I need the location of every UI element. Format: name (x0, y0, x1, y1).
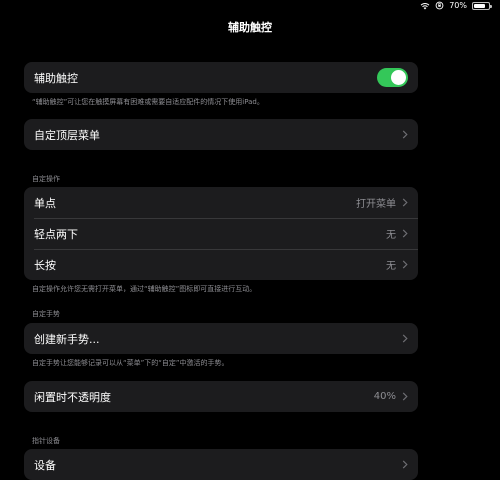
wifi-icon (420, 2, 430, 9)
assistive-touch-toggle[interactable] (377, 68, 408, 87)
assistive-touch-card: 辅助触控 (24, 62, 418, 93)
custom-actions-card: 单点 打开菜单 轻点两下 无 长按 无 (24, 187, 418, 280)
battery-icon (472, 1, 492, 10)
long-press-value: 无 (386, 261, 396, 272)
chevron-right-icon (402, 229, 408, 238)
custom-actions-footnote: 自定操作允许您无需打开菜单，通过“辅助触控”图标即可直接进行互动。 (32, 285, 257, 293)
idle-opacity-card: 闲置时不透明度 40% (24, 381, 418, 412)
chevron-right-icon (402, 334, 408, 343)
page-title: 辅助触控 (228, 21, 272, 34)
create-gesture-row[interactable]: 创建新手势... (24, 323, 418, 354)
chevron-right-icon (402, 130, 408, 139)
long-press-label: 长按 (34, 258, 56, 272)
idle-opacity-row[interactable]: 闲置时不透明度 40% (24, 381, 418, 412)
custom-actions-header: 自定操作 (32, 175, 60, 183)
rotation-lock-icon (435, 1, 444, 10)
custom-top-menu-card: 自定顶层菜单 (24, 119, 418, 150)
assistive-touch-row: 辅助触控 (24, 62, 418, 93)
pointer-devices-header: 指针设备 (32, 437, 60, 445)
chevron-right-icon (402, 260, 408, 269)
single-tap-label: 单点 (34, 196, 56, 210)
idle-opacity-label: 闲置时不透明度 (34, 390, 111, 404)
custom-gestures-footnote: 自定手势让您能够记录可以从“菜单”下的“自定”中激活的手势。 (32, 359, 229, 367)
assistive-touch-footnote: “辅助触控”可让您在触摸屏幕有困难或需要自适应配件的情况下使用iPad。 (32, 98, 264, 106)
create-gesture-label: 创建新手势... (34, 332, 100, 346)
devices-row[interactable]: 设备 (24, 449, 418, 480)
double-tap-label: 轻点两下 (34, 227, 78, 241)
battery-percentage: 70% (449, 1, 467, 10)
chevron-right-icon (402, 460, 408, 469)
pointer-devices-card: 设备 (24, 449, 418, 480)
action-row-long-press[interactable]: 长按 无 (24, 249, 418, 280)
assistive-touch-label: 辅助触控 (34, 71, 78, 85)
custom-top-menu-row[interactable]: 自定顶层菜单 (24, 119, 418, 150)
custom-gestures-header: 自定手势 (32, 310, 60, 318)
custom-gestures-card: 创建新手势... (24, 323, 418, 354)
action-row-double-tap[interactable]: 轻点两下 无 (24, 218, 418, 249)
idle-opacity-value: 40% (373, 391, 396, 402)
status-bar: 70% (0, 0, 500, 14)
chevron-right-icon (402, 198, 408, 207)
devices-label: 设备 (34, 458, 56, 472)
toggle-knob (391, 70, 406, 85)
double-tap-value: 无 (386, 230, 396, 241)
chevron-right-icon (402, 392, 408, 401)
single-tap-value: 打开菜单 (356, 199, 396, 210)
custom-top-menu-label: 自定顶层菜单 (34, 128, 100, 142)
action-row-single-tap[interactable]: 单点 打开菜单 (24, 187, 418, 218)
status-icons: 70% (420, 1, 492, 10)
